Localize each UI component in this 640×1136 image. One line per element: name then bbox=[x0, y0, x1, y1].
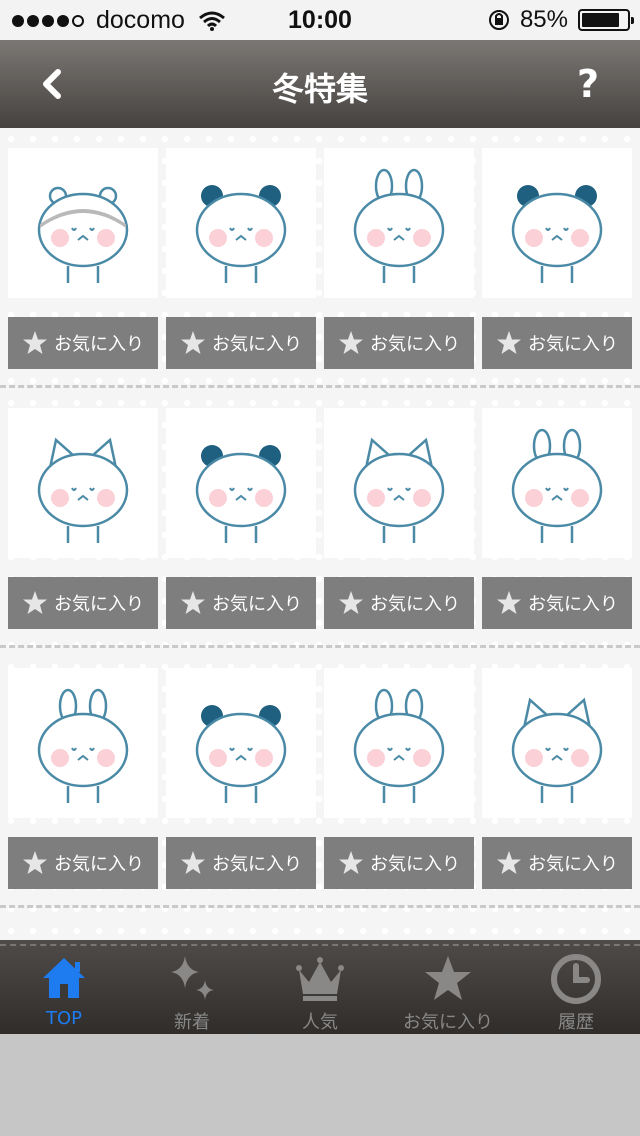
star-icon bbox=[338, 590, 364, 616]
signal-strength-icon bbox=[12, 14, 84, 27]
sticker-image[interactable] bbox=[166, 668, 316, 818]
favorite-button[interactable]: お気に入り bbox=[324, 317, 474, 369]
sticker-cell: お気に入り bbox=[166, 408, 316, 668]
star-icon bbox=[22, 330, 48, 356]
tab-bar: TOP 新着 人気 お気に入り 履歴 bbox=[0, 940, 640, 1034]
help-button[interactable]: ? bbox=[564, 60, 612, 108]
wifi-icon bbox=[198, 11, 225, 31]
favorite-label: お気に入り bbox=[212, 854, 302, 875]
battery-percent: 85% bbox=[519, 6, 568, 33]
sticker-image[interactable] bbox=[8, 668, 158, 818]
tab-label: お気に入り bbox=[403, 1012, 493, 1033]
star-icon bbox=[180, 590, 206, 616]
star-icon bbox=[496, 850, 522, 876]
sticker-cell: お気に入り bbox=[324, 668, 474, 928]
star-icon bbox=[425, 956, 471, 1000]
battery-icon bbox=[578, 9, 634, 31]
row-separator bbox=[0, 645, 640, 648]
tab-new[interactable]: 新着 bbox=[128, 940, 256, 1034]
favorite-label: お気に入り bbox=[370, 334, 460, 355]
clock-icon bbox=[551, 954, 601, 1004]
tab-label: 人気 bbox=[302, 1012, 338, 1033]
sticker-image[interactable] bbox=[482, 148, 632, 298]
sticker-cell: お気に入り bbox=[324, 148, 474, 408]
orientation-lock-icon bbox=[488, 10, 509, 30]
sticker-cell: お気に入り bbox=[482, 668, 632, 928]
sticker-image[interactable] bbox=[166, 148, 316, 298]
favorite-label: お気に入り bbox=[54, 594, 144, 615]
sticker-list[interactable]: お気に入り お気に入り お気に入り お気に入り お気に入り お気に入り お気に入り お気に入り… bbox=[0, 128, 640, 940]
favorite-button[interactable]: お気に入り bbox=[482, 577, 632, 629]
sticker-image[interactable] bbox=[8, 408, 158, 558]
favorite-button[interactable]: お気に入り bbox=[166, 837, 316, 889]
favorite-button[interactable]: お気に入り bbox=[8, 317, 158, 369]
favorite-button[interactable]: お気に入り bbox=[166, 317, 316, 369]
favorite-button[interactable]: お気に入り bbox=[8, 837, 158, 889]
sticker-cell: お気に入り bbox=[8, 408, 158, 668]
favorite-label: お気に入り bbox=[528, 594, 618, 615]
favorite-label: お気に入り bbox=[370, 594, 460, 615]
star-icon bbox=[180, 330, 206, 356]
star-icon bbox=[338, 850, 364, 876]
navigation-bar: 冬特集 ? bbox=[0, 40, 640, 128]
sticker-cell: お気に入り bbox=[482, 148, 632, 408]
question-mark-icon: ? bbox=[576, 62, 600, 106]
star-icon bbox=[338, 330, 364, 356]
favorite-label: お気に入り bbox=[528, 334, 618, 355]
page-title: 冬特集 bbox=[271, 70, 368, 108]
sticker-cell: お気に入り bbox=[166, 148, 316, 408]
tab-popular[interactable]: 人気 bbox=[256, 940, 384, 1034]
favorite-button[interactable]: お気に入り bbox=[166, 577, 316, 629]
sticker-image[interactable] bbox=[324, 408, 474, 558]
favorite-button[interactable]: お気に入り bbox=[324, 577, 474, 629]
carrier-name: docomo bbox=[96, 6, 185, 34]
favorite-label: お気に入り bbox=[54, 334, 144, 355]
favorite-label: お気に入り bbox=[212, 334, 302, 355]
star-icon bbox=[22, 590, 48, 616]
row-separator bbox=[0, 905, 640, 908]
sticker-image[interactable] bbox=[482, 668, 632, 818]
favorite-button[interactable]: お気に入り bbox=[482, 317, 632, 369]
crown-icon bbox=[296, 957, 344, 1001]
tab-label: 新着 bbox=[174, 1012, 210, 1033]
sticker-image[interactable] bbox=[324, 148, 474, 298]
star-icon bbox=[22, 850, 48, 876]
sticker-cell: お気に入り bbox=[324, 408, 474, 668]
sticker-cell: お気に入り bbox=[482, 408, 632, 668]
sticker-image[interactable] bbox=[482, 408, 632, 558]
favorite-label: お気に入り bbox=[528, 854, 618, 875]
status-bar: docomo 10:00 85% bbox=[0, 0, 640, 40]
sticker-cell: お気に入り bbox=[8, 668, 158, 928]
favorite-button[interactable]: お気に入り bbox=[8, 577, 158, 629]
sticker-image[interactable] bbox=[166, 408, 316, 558]
sticker-cell: お気に入り bbox=[8, 148, 158, 408]
home-icon bbox=[43, 958, 85, 998]
tab-history[interactable]: 履歴 bbox=[512, 940, 640, 1034]
tab-top[interactable]: TOP bbox=[0, 940, 128, 1034]
favorite-label: お気に入り bbox=[54, 854, 144, 875]
sticker-cell: お気に入り bbox=[166, 668, 316, 928]
star-icon bbox=[496, 590, 522, 616]
tab-label: TOP bbox=[45, 1008, 83, 1029]
sparkle-icon bbox=[171, 956, 214, 1000]
row-separator bbox=[0, 385, 640, 388]
star-icon bbox=[496, 330, 522, 356]
favorite-button[interactable]: お気に入り bbox=[324, 837, 474, 889]
sticker-image[interactable] bbox=[8, 148, 158, 298]
sticker-image[interactable] bbox=[324, 668, 474, 818]
empty-area bbox=[0, 1034, 640, 1136]
favorite-button[interactable]: お気に入り bbox=[482, 837, 632, 889]
favorite-label: お気に入り bbox=[212, 594, 302, 615]
tab-favorites[interactable]: お気に入り bbox=[384, 940, 512, 1034]
favorite-label: お気に入り bbox=[370, 854, 460, 875]
star-icon bbox=[180, 850, 206, 876]
tab-label: 履歴 bbox=[558, 1012, 594, 1033]
